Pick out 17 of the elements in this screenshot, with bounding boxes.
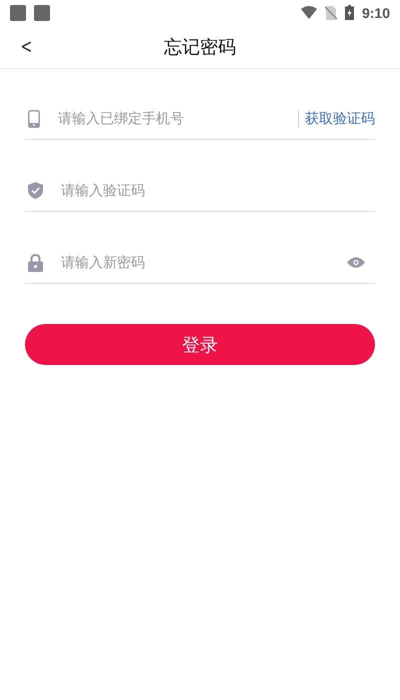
eye-icon[interactable]	[347, 257, 365, 268]
phone-icon	[28, 110, 40, 128]
notification-icon	[34, 4, 50, 20]
back-button[interactable]: <	[18, 34, 36, 58]
notification-icon	[10, 4, 26, 20]
shield-icon	[28, 182, 43, 199]
no-sim-icon	[324, 6, 337, 20]
input-field[interactable]: 请输入已绑定手机号	[58, 106, 298, 130]
battery-icon	[344, 5, 354, 20]
status-time: 9:10	[362, 4, 390, 20]
page-title: 忘记密码	[164, 36, 236, 58]
input-field[interactable]: 请输入验证码	[61, 178, 375, 202]
input-field[interactable]: 请输入新密码	[61, 250, 347, 274]
wifi-icon	[300, 6, 317, 19]
get-code-link[interactable]: 获取验证码	[305, 108, 375, 130]
lock-icon	[28, 254, 43, 272]
login-button[interactable]: 登录	[25, 324, 375, 365]
